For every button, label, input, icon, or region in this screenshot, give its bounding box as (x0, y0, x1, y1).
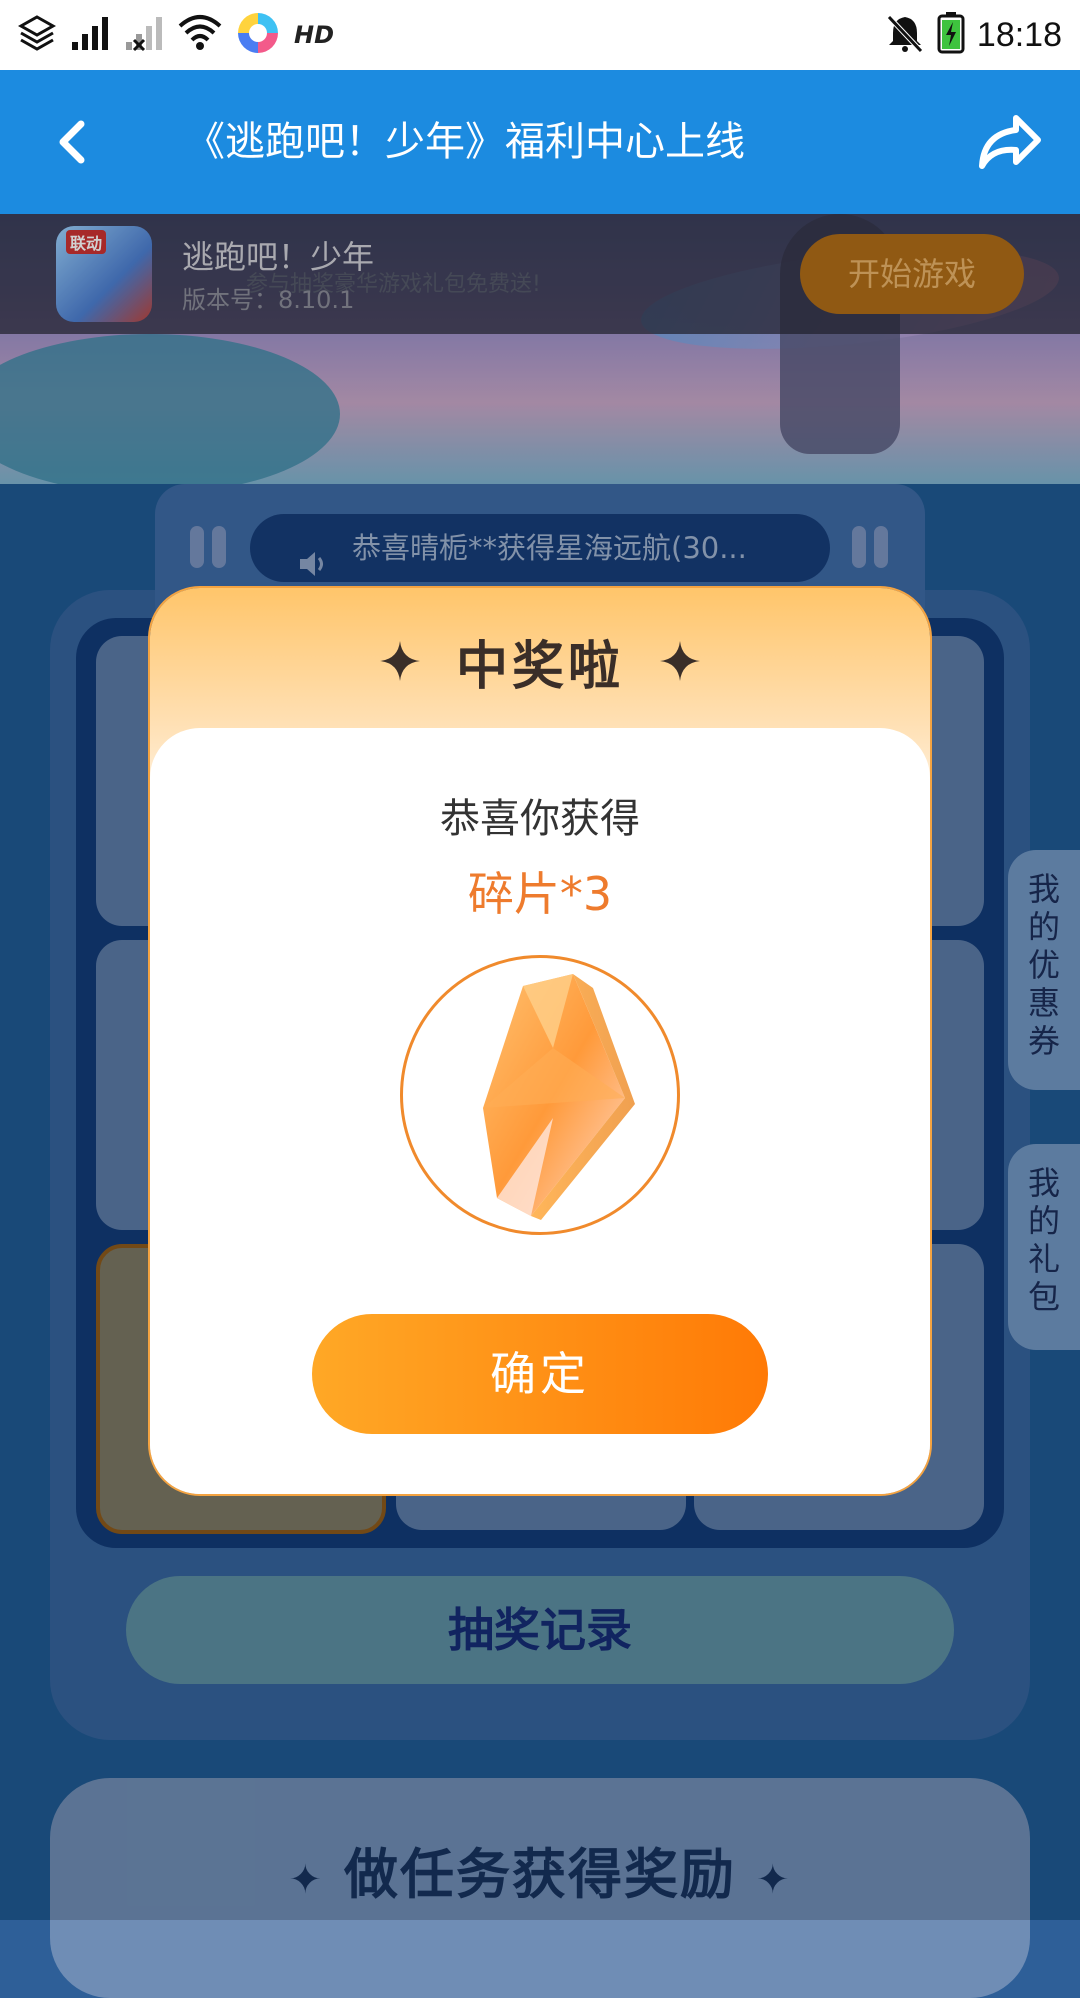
wifi-icon (178, 14, 222, 56)
prize-image (400, 955, 680, 1235)
dialog-header: 中奖啦 (150, 628, 930, 697)
back-button[interactable] (40, 110, 104, 174)
sparkle-icon (379, 641, 420, 681)
confirm-button[interactable]: 确定 (312, 1314, 768, 1434)
sim-stack-icon (17, 14, 57, 56)
share-button[interactable] (974, 106, 1046, 178)
status-bar: HD 18:18 (0, 0, 1080, 70)
hd-indicator: HD (294, 21, 335, 49)
notifications-muted-icon (885, 13, 925, 57)
prize-dialog: 中奖啦 恭喜你获得 碎片*3 确定 (150, 588, 930, 1494)
clock: 18:18 (976, 15, 1062, 54)
battery-charging-icon (937, 12, 965, 58)
signal-no-service-icon (124, 14, 164, 56)
chevron-left-icon (59, 120, 85, 164)
prize-text: 碎片*3 (467, 867, 613, 921)
page-title: 《逃跑吧！少年》福利中心上线 (185, 119, 745, 165)
app-bar: 《逃跑吧！少年》福利中心上线 (0, 70, 1080, 214)
crystal-shard-icon (483, 974, 635, 1220)
share-icon (979, 115, 1041, 169)
app-notification-icon (236, 11, 280, 59)
congrats-text: 恭喜你获得 (440, 796, 640, 842)
signal-icon (70, 14, 110, 56)
dialog-title: 中奖啦 (455, 636, 624, 697)
sparkle-icon (660, 641, 700, 681)
